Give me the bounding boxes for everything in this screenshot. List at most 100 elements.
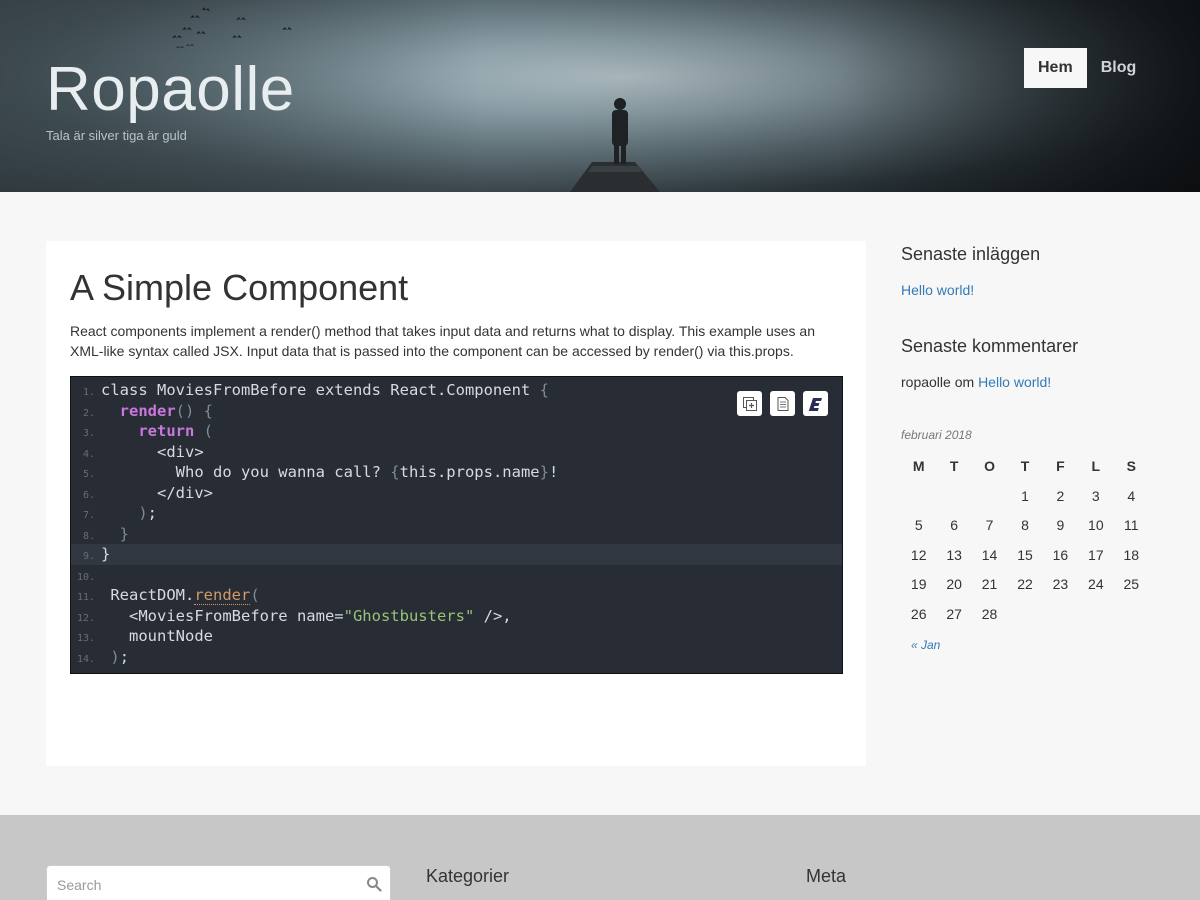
calendar-day: 16 [1052,546,1069,563]
code-token: ReactDOM. [110,586,195,604]
calendar-day: 12 [910,546,927,563]
calendar-day [901,481,936,511]
code-token: () { [175,401,213,420]
calendar: M T O T F L S 1 2 3 4 5 6 7 8 9 10 11 12 13 14 15 16 17 1… [901,451,1149,629]
code-block[interactable]: 1. class MoviesFromBefore extends React.C… [70,376,843,674]
calendar-day: 3 [1091,487,1100,504]
recent-post-link[interactable]: Hello world! [901,282,974,298]
enlighter-button[interactable] [803,391,828,416]
code-token: ) [110,647,120,666]
calendar-week: 26 27 28 [901,599,1149,629]
recent-comment: ropaolle om Hello world! [901,374,1051,390]
calendar-prev-link[interactable]: « Jan [911,638,940,652]
code-token: ! [548,463,559,481]
copy-icon [742,396,757,411]
code-token: ) [138,504,148,522]
calendar-day: 25 [1123,576,1140,593]
calendar-day: 14 [981,546,998,563]
code-line: 3. return ( [71,421,842,442]
calendar-day: 22 [1017,576,1033,593]
code-line: 1. class MoviesFromBefore extends React.C… [71,380,842,401]
calendar-week: 1 2 3 4 [901,481,1149,511]
post-card: A Simple Component React components impl… [46,241,866,766]
recent-posts-title: Senaste inläggen [901,244,1041,264]
calendar-day [972,481,1007,511]
code-line: 8. } [71,524,842,545]
weekday: F [1056,458,1065,474]
categories-title: Kategorier [426,866,510,886]
calendar-weekdays: M T O T F L S [901,451,1149,481]
calendar-day [1007,599,1042,629]
calendar-day: 21 [981,576,998,593]
weekday: L [1091,458,1101,474]
main-nav: Hem Blog [1024,48,1150,88]
calendar-caption: februari 2018 [901,428,972,442]
pier-figure-image [570,98,660,192]
code-token: ( [250,586,260,604]
calendar-day: 18 [1123,546,1140,563]
recent-comments-title: Senaste kommentarer [901,336,1079,356]
comment-om: om [950,374,979,390]
calendar-day: 24 [1088,576,1104,593]
code-token: } [539,463,549,481]
calendar-day: 20 [946,576,962,593]
copy-button[interactable] [737,391,762,416]
code-line: 7. ); [71,503,842,524]
calendar-body: 1 2 3 4 5 6 7 8 9 10 11 12 13 14 15 16 17 18 19 20 21 22 23 24 2… [901,481,1149,629]
calendar-week: 5 6 7 8 9 10 11 [901,511,1149,541]
calendar-day: 26 [910,605,927,622]
code-token: ; [147,504,158,522]
search-input[interactable] [57,875,357,895]
code-line: 6. </div> [71,483,842,504]
weekday: T [1020,458,1030,474]
code-token: "Ghostbusters" [343,606,475,625]
code-line-highlighted: 9.} [71,544,842,565]
calendar-day: 9 [1056,517,1065,534]
code-line: 12. <MoviesFromBefore name="Ghostbusters… [71,606,842,627]
search-icon[interactable] [366,876,382,892]
code-token: ; [119,647,130,666]
code-line: 4. <div> [71,442,842,463]
calendar-day: 2 [1056,487,1065,504]
document-icon [777,396,788,411]
view-raw-button[interactable] [770,391,795,416]
code-token: { [390,463,400,481]
calendar-day: 4 [1127,487,1136,504]
code-line: 10. [71,565,842,586]
code-token: this.props.name [399,463,540,481]
comment-post-link[interactable]: Hello world! [978,374,1051,390]
nav-item-blog[interactable]: Blog [1087,48,1151,88]
code-token: class MoviesFromBefore extends React.Com… [101,381,540,399]
code-line: 2. render() { [71,401,842,422]
search-box [46,865,391,900]
nav-item-hem[interactable]: Hem [1024,48,1087,88]
site-header: Ropaolle Tala är silver tiga är guld Hem… [0,0,1200,192]
calendar-day: 27 [946,605,962,622]
calendar-day: 28 [981,605,998,622]
code-token: render [194,586,251,605]
code-token: return [138,422,195,440]
birds-image [172,7,292,48]
code-token: render [119,401,176,420]
code-line: 5. Who do you wanna call? {this.props.na… [71,462,842,483]
calendar-day: 15 [1017,546,1033,563]
calendar-day: 19 [910,576,927,593]
calendar-day: 17 [1088,546,1104,563]
site-title[interactable]: Ropaolle [46,54,295,125]
weekday: T [949,458,959,474]
code-token: { [539,381,549,399]
calendar-day: 5 [914,517,923,534]
e-icon [808,397,822,411]
code-line: 13. mountNode [71,626,842,647]
site-footer: Kategorier Meta [0,815,1200,900]
calendar-day: 11 [1123,517,1139,534]
calendar-day [936,481,971,511]
weekday: S [1126,458,1136,474]
code-token: mountNode [129,627,213,645]
code-token: } [101,545,111,563]
calendar-week: 19 20 21 22 23 24 25 [901,570,1149,600]
code-toolbar [737,391,828,416]
calendar-day [1078,599,1113,629]
code-token: <div> [157,442,204,461]
calendar-week: 12 13 14 15 16 17 18 [901,540,1149,570]
